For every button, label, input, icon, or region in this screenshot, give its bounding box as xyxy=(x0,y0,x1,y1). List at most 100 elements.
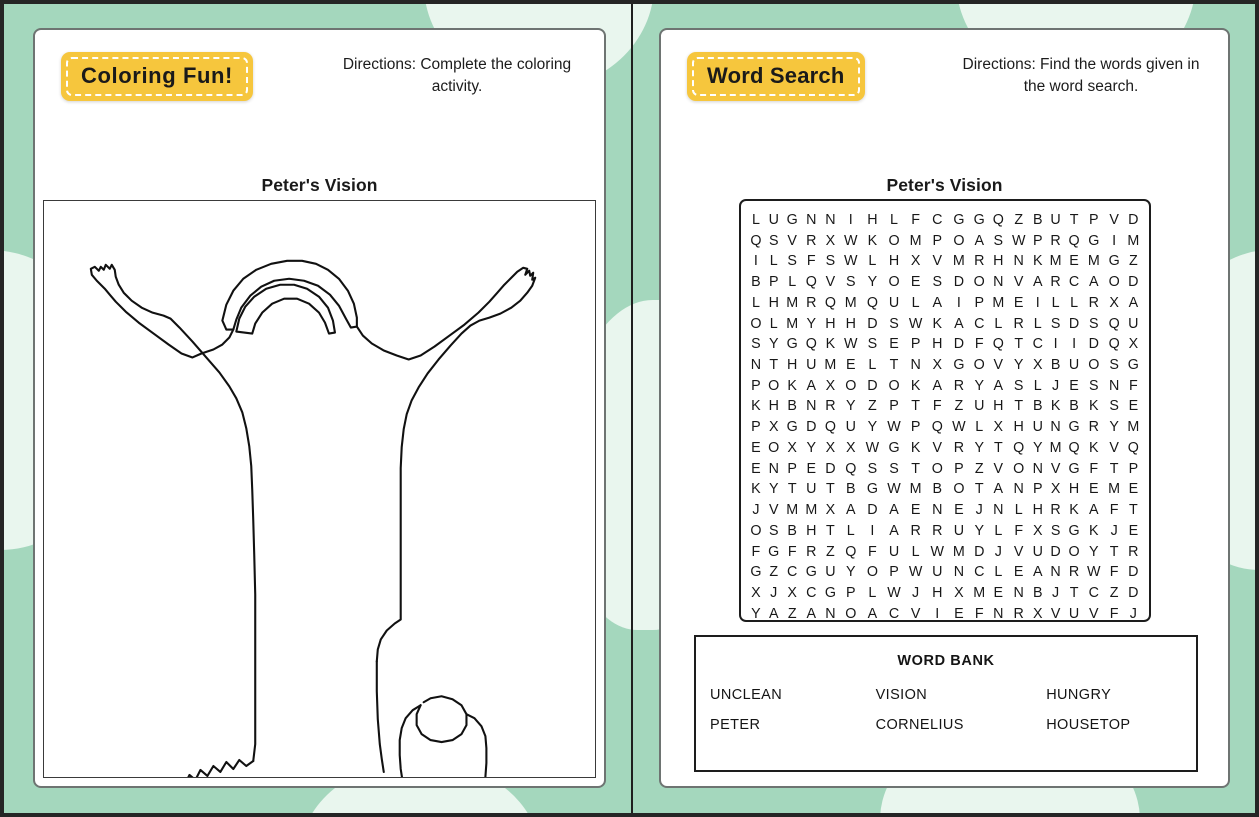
word-search-letter[interactable]: A xyxy=(765,604,783,625)
word-search-letter[interactable]: Q xyxy=(1105,334,1124,355)
word-search-letter[interactable]: C xyxy=(802,583,821,604)
word-search-letter[interactable]: A xyxy=(970,231,989,252)
word-search-letter[interactable]: D xyxy=(1124,583,1143,604)
word-search-letter[interactable]: D xyxy=(802,417,821,438)
word-search-letter[interactable]: X xyxy=(821,500,840,521)
word-search-letter[interactable]: G xyxy=(948,355,970,376)
word-search-letter[interactable]: E xyxy=(747,438,765,459)
word-search-letter[interactable]: H xyxy=(1030,500,1047,521)
word-search-letter[interactable]: U xyxy=(1065,355,1083,376)
word-search-letter[interactable]: E xyxy=(1124,521,1143,542)
word-search-letter[interactable]: W xyxy=(926,542,948,563)
word-search-letter[interactable]: O xyxy=(883,376,905,397)
word-search-letter[interactable]: V xyxy=(821,272,840,293)
word-search-letter[interactable]: C xyxy=(970,314,989,335)
word-search-letter[interactable]: Z xyxy=(783,604,802,625)
word-search-letter[interactable]: E xyxy=(948,500,970,521)
word-search-letter[interactable]: T xyxy=(989,438,1008,459)
word-search-letter[interactable]: O xyxy=(948,231,970,252)
word-search-letter[interactable]: K xyxy=(926,314,948,335)
word-search-letter[interactable]: Y xyxy=(802,314,821,335)
word-search-letter[interactable]: Q xyxy=(802,272,821,293)
word-search-letter[interactable]: R xyxy=(802,293,821,314)
word-search-letter[interactable]: I xyxy=(862,521,884,542)
word-search-letter[interactable]: H xyxy=(926,334,948,355)
word-search-letter[interactable]: Y xyxy=(862,417,884,438)
word-search-letter[interactable]: S xyxy=(883,314,905,335)
word-search-letter[interactable]: L xyxy=(1030,376,1047,397)
word-search-letter[interactable]: Q xyxy=(802,334,821,355)
word-search-letter[interactable]: C xyxy=(926,210,948,231)
word-search-letter[interactable]: E xyxy=(1008,562,1030,583)
word-search-letter[interactable]: Q xyxy=(989,210,1008,231)
word-search-letter[interactable]: N xyxy=(948,562,970,583)
word-search-letter[interactable]: E xyxy=(948,604,970,625)
word-search-letter[interactable]: A xyxy=(1030,562,1047,583)
word-search-letter[interactable]: L xyxy=(862,251,884,272)
word-search-letter[interactable]: F xyxy=(970,604,989,625)
word-search-letter[interactable]: W xyxy=(1083,562,1105,583)
word-search-letter[interactable]: D xyxy=(1083,334,1105,355)
word-search-letter[interactable]: M xyxy=(783,293,802,314)
word-search-letter[interactable]: V xyxy=(1105,438,1124,459)
word-search-letter[interactable]: B xyxy=(1046,355,1065,376)
word-search-letter[interactable]: Z xyxy=(1008,210,1030,231)
word-search-letter[interactable]: I xyxy=(747,251,765,272)
word-search-letter[interactable]: N xyxy=(821,210,840,231)
word-search-letter[interactable]: B xyxy=(840,479,862,500)
word-search-letter[interactable]: W xyxy=(883,583,905,604)
word-search-letter[interactable]: A xyxy=(989,376,1008,397)
word-search-letter[interactable]: X xyxy=(783,583,802,604)
word-search-letter[interactable]: Q xyxy=(1105,314,1124,335)
word-search-letter[interactable]: Y xyxy=(747,604,765,625)
word-search-letter[interactable]: U xyxy=(883,542,905,563)
word-search-grid[interactable]: LUGNNIHLFCGGQZBUTPVDQSVRXWKOMPOASWPRQGIM… xyxy=(739,199,1151,622)
word-search-letter[interactable]: A xyxy=(926,376,948,397)
word-search-letter[interactable]: Q xyxy=(1065,231,1083,252)
word-search-letter[interactable]: F xyxy=(1105,562,1124,583)
word-search-letter[interactable]: T xyxy=(821,479,840,500)
word-search-letter[interactable]: S xyxy=(765,231,783,252)
word-search-letter[interactable]: R xyxy=(948,438,970,459)
word-search-letter[interactable]: N xyxy=(989,272,1008,293)
word-search-letter[interactable]: M xyxy=(1124,417,1143,438)
word-search-letter[interactable]: K xyxy=(747,479,765,500)
word-search-letter[interactable]: E xyxy=(989,583,1008,604)
word-search-letter[interactable]: L xyxy=(989,562,1008,583)
word-search-letter[interactable]: L xyxy=(970,417,989,438)
word-search-letter[interactable]: G xyxy=(1105,251,1124,272)
word-search-letter[interactable]: D xyxy=(862,376,884,397)
word-search-letter[interactable]: N xyxy=(1046,417,1065,438)
word-search-letter[interactable]: H xyxy=(1065,479,1083,500)
word-search-letter[interactable]: Z xyxy=(1105,583,1124,604)
word-search-letter[interactable]: W xyxy=(840,231,862,252)
word-search-letter[interactable]: J xyxy=(747,500,765,521)
word-search-letter[interactable]: M xyxy=(948,251,970,272)
word-search-letter[interactable]: Z xyxy=(948,396,970,417)
word-bank-word[interactable]: HOUSETOP xyxy=(1046,717,1182,733)
word-search-letter[interactable]: G xyxy=(783,210,802,231)
word-search-letter[interactable]: X xyxy=(821,376,840,397)
word-search-letter[interactable]: F xyxy=(783,542,802,563)
word-search-letter[interactable]: R xyxy=(1046,272,1065,293)
word-search-letter[interactable]: O xyxy=(948,479,970,500)
word-search-letter[interactable]: F xyxy=(862,542,884,563)
word-search-letter[interactable]: L xyxy=(1046,293,1065,314)
word-search-letter[interactable]: Z xyxy=(821,542,840,563)
word-search-letter[interactable]: Q xyxy=(840,542,862,563)
word-search-letter[interactable]: O xyxy=(1083,355,1105,376)
word-search-letter[interactable]: P xyxy=(747,417,765,438)
word-search-letter[interactable]: X xyxy=(821,231,840,252)
word-search-letter[interactable]: F xyxy=(926,396,948,417)
word-search-letter[interactable]: B xyxy=(1030,396,1047,417)
word-search-letter[interactable]: V xyxy=(783,231,802,252)
word-search-letter[interactable]: L xyxy=(765,314,783,335)
word-search-letter[interactable]: W xyxy=(905,314,927,335)
word-search-letter[interactable]: P xyxy=(840,583,862,604)
word-search-letter[interactable]: R xyxy=(1065,562,1083,583)
word-search-letter[interactable]: Y xyxy=(970,438,989,459)
word-search-letter[interactable]: K xyxy=(1065,500,1083,521)
word-search-letter[interactable]: F xyxy=(747,542,765,563)
word-search-letter[interactable]: N xyxy=(1008,251,1030,272)
word-search-letter[interactable]: H xyxy=(802,521,821,542)
